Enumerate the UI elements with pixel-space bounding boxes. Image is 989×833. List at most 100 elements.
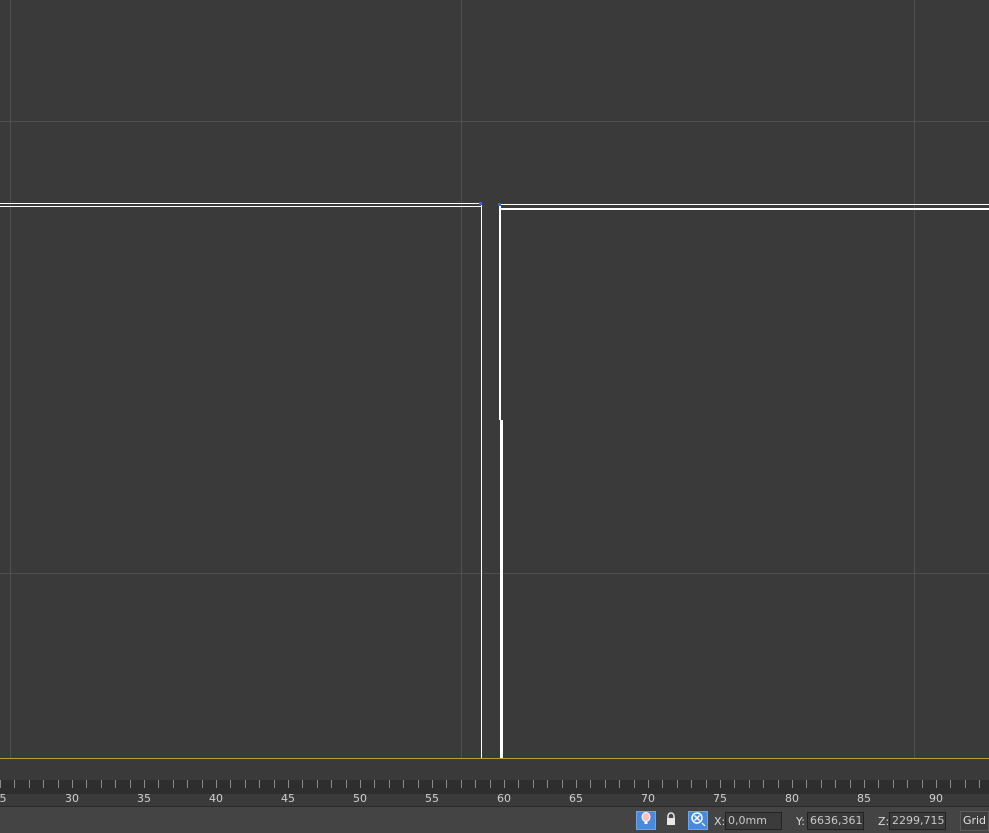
timeline-tick [547, 780, 548, 788]
wire-edge [481, 204, 482, 758]
timeline-tick [936, 780, 937, 788]
timeline-tick [475, 780, 476, 788]
timeline-tick [43, 780, 44, 788]
timeline-tick [619, 780, 620, 788]
timeline-tick [778, 780, 779, 788]
timeline-tick [533, 780, 534, 788]
timeline-tick [634, 780, 635, 788]
timeline-tick [29, 780, 30, 788]
timeline-label: 65 [569, 792, 583, 805]
timeline-tick [490, 780, 491, 788]
grid-button[interactable]: Grid [960, 811, 989, 831]
timeline-tick [706, 780, 707, 788]
wire-edge [499, 204, 501, 420]
timeline-label: 55 [425, 792, 439, 805]
vertex-marker [498, 203, 501, 206]
wire-edge [0, 206, 482, 207]
vertex-marker [479, 202, 482, 205]
grid-line [10, 0, 11, 759]
timeline-tick [590, 780, 591, 788]
active-viewport-border [0, 758, 989, 759]
timeline-tick [389, 780, 390, 788]
timeline-tick [749, 780, 750, 788]
timeline-label: 90 [929, 792, 943, 805]
timeline-tick [662, 780, 663, 788]
y-coord-label: Y: [796, 815, 805, 828]
timeline-tick [878, 780, 879, 788]
timeline-tick [86, 780, 87, 788]
timeline-tick [14, 780, 15, 788]
wire-edge [500, 420, 503, 758]
timeline-tick [101, 780, 102, 788]
grid-line [461, 0, 462, 759]
grid-line [0, 573, 989, 574]
selection-lock-icon [640, 812, 652, 829]
lock-toggle[interactable] [661, 811, 681, 830]
timeline-tick [504, 780, 505, 788]
timeline-tick [965, 780, 966, 788]
timeline-label: 35 [137, 792, 151, 805]
timeline-tick [432, 780, 433, 788]
y-coord-field[interactable]: 6636,361m [807, 812, 864, 830]
track-bar[interactable]: 5 30 35 40 45 50 55 60 65 70 75 80 85 90 [0, 776, 989, 806]
timeline-tick [403, 780, 404, 788]
timeline-tick [173, 780, 174, 788]
timeline-tick [216, 780, 217, 788]
grid-line [914, 0, 915, 759]
timeline-tick [677, 780, 678, 788]
timeline-label: 70 [641, 792, 655, 805]
timeline-label: 50 [353, 792, 367, 805]
timeline-label: 5 [0, 792, 7, 805]
timeline-tick [518, 780, 519, 788]
timeline-tick [605, 780, 606, 788]
timeline-tick [259, 780, 260, 788]
timeline-tick [648, 780, 649, 788]
timeline-tick [115, 780, 116, 788]
timeline-tick [58, 780, 59, 788]
timeline-tick [202, 780, 203, 788]
absolute-mode-toggle[interactable] [688, 811, 708, 830]
timeline-tick [720, 780, 721, 788]
timeline-tick [893, 780, 894, 788]
timeline-tick [792, 780, 793, 788]
timeline-tick [274, 780, 275, 788]
timeline-tick [374, 780, 375, 788]
timeline-tick [302, 780, 303, 788]
timeline-tick [446, 780, 447, 788]
timeline-tick [346, 780, 347, 788]
absolute-mode-transform-icon [690, 811, 706, 830]
timeline-tick [907, 780, 908, 788]
timeline-tick [763, 780, 764, 788]
timeline-tick [158, 780, 159, 788]
timeline-tick [230, 780, 231, 788]
timeline-tick [72, 780, 73, 788]
wire-edge [500, 204, 989, 205]
timeline-tick [245, 780, 246, 788]
timeline-label: 60 [497, 792, 511, 805]
timeline-label: 85 [857, 792, 871, 805]
timeline-tick [950, 780, 951, 788]
lock-icon [665, 812, 677, 829]
timeline-tick [461, 780, 462, 788]
timeline-tick [806, 780, 807, 788]
timeline-tick [734, 780, 735, 788]
timeline-tick [418, 780, 419, 788]
timeline-tick [288, 780, 289, 788]
timeline-tick [979, 780, 980, 788]
timeline-tick [562, 780, 563, 788]
z-coord-field[interactable]: 2299,715m [889, 812, 946, 830]
timeline-label: 40 [209, 792, 223, 805]
timeline-tick [576, 780, 577, 788]
timeline-tick [187, 780, 188, 788]
timeline-tick [130, 780, 131, 788]
selection-lock-toggle[interactable] [636, 811, 656, 830]
timeline-tick [317, 780, 318, 788]
timeline-tick [144, 780, 145, 788]
x-coord-label: X: [714, 815, 726, 828]
timeline-label: 80 [785, 792, 799, 805]
timeline-tick [922, 780, 923, 788]
wire-edge [0, 203, 482, 204]
perspective-viewport[interactable] [0, 0, 989, 759]
x-coord-field[interactable]: 0,0mm [725, 812, 782, 830]
timeline-tick [850, 780, 851, 788]
